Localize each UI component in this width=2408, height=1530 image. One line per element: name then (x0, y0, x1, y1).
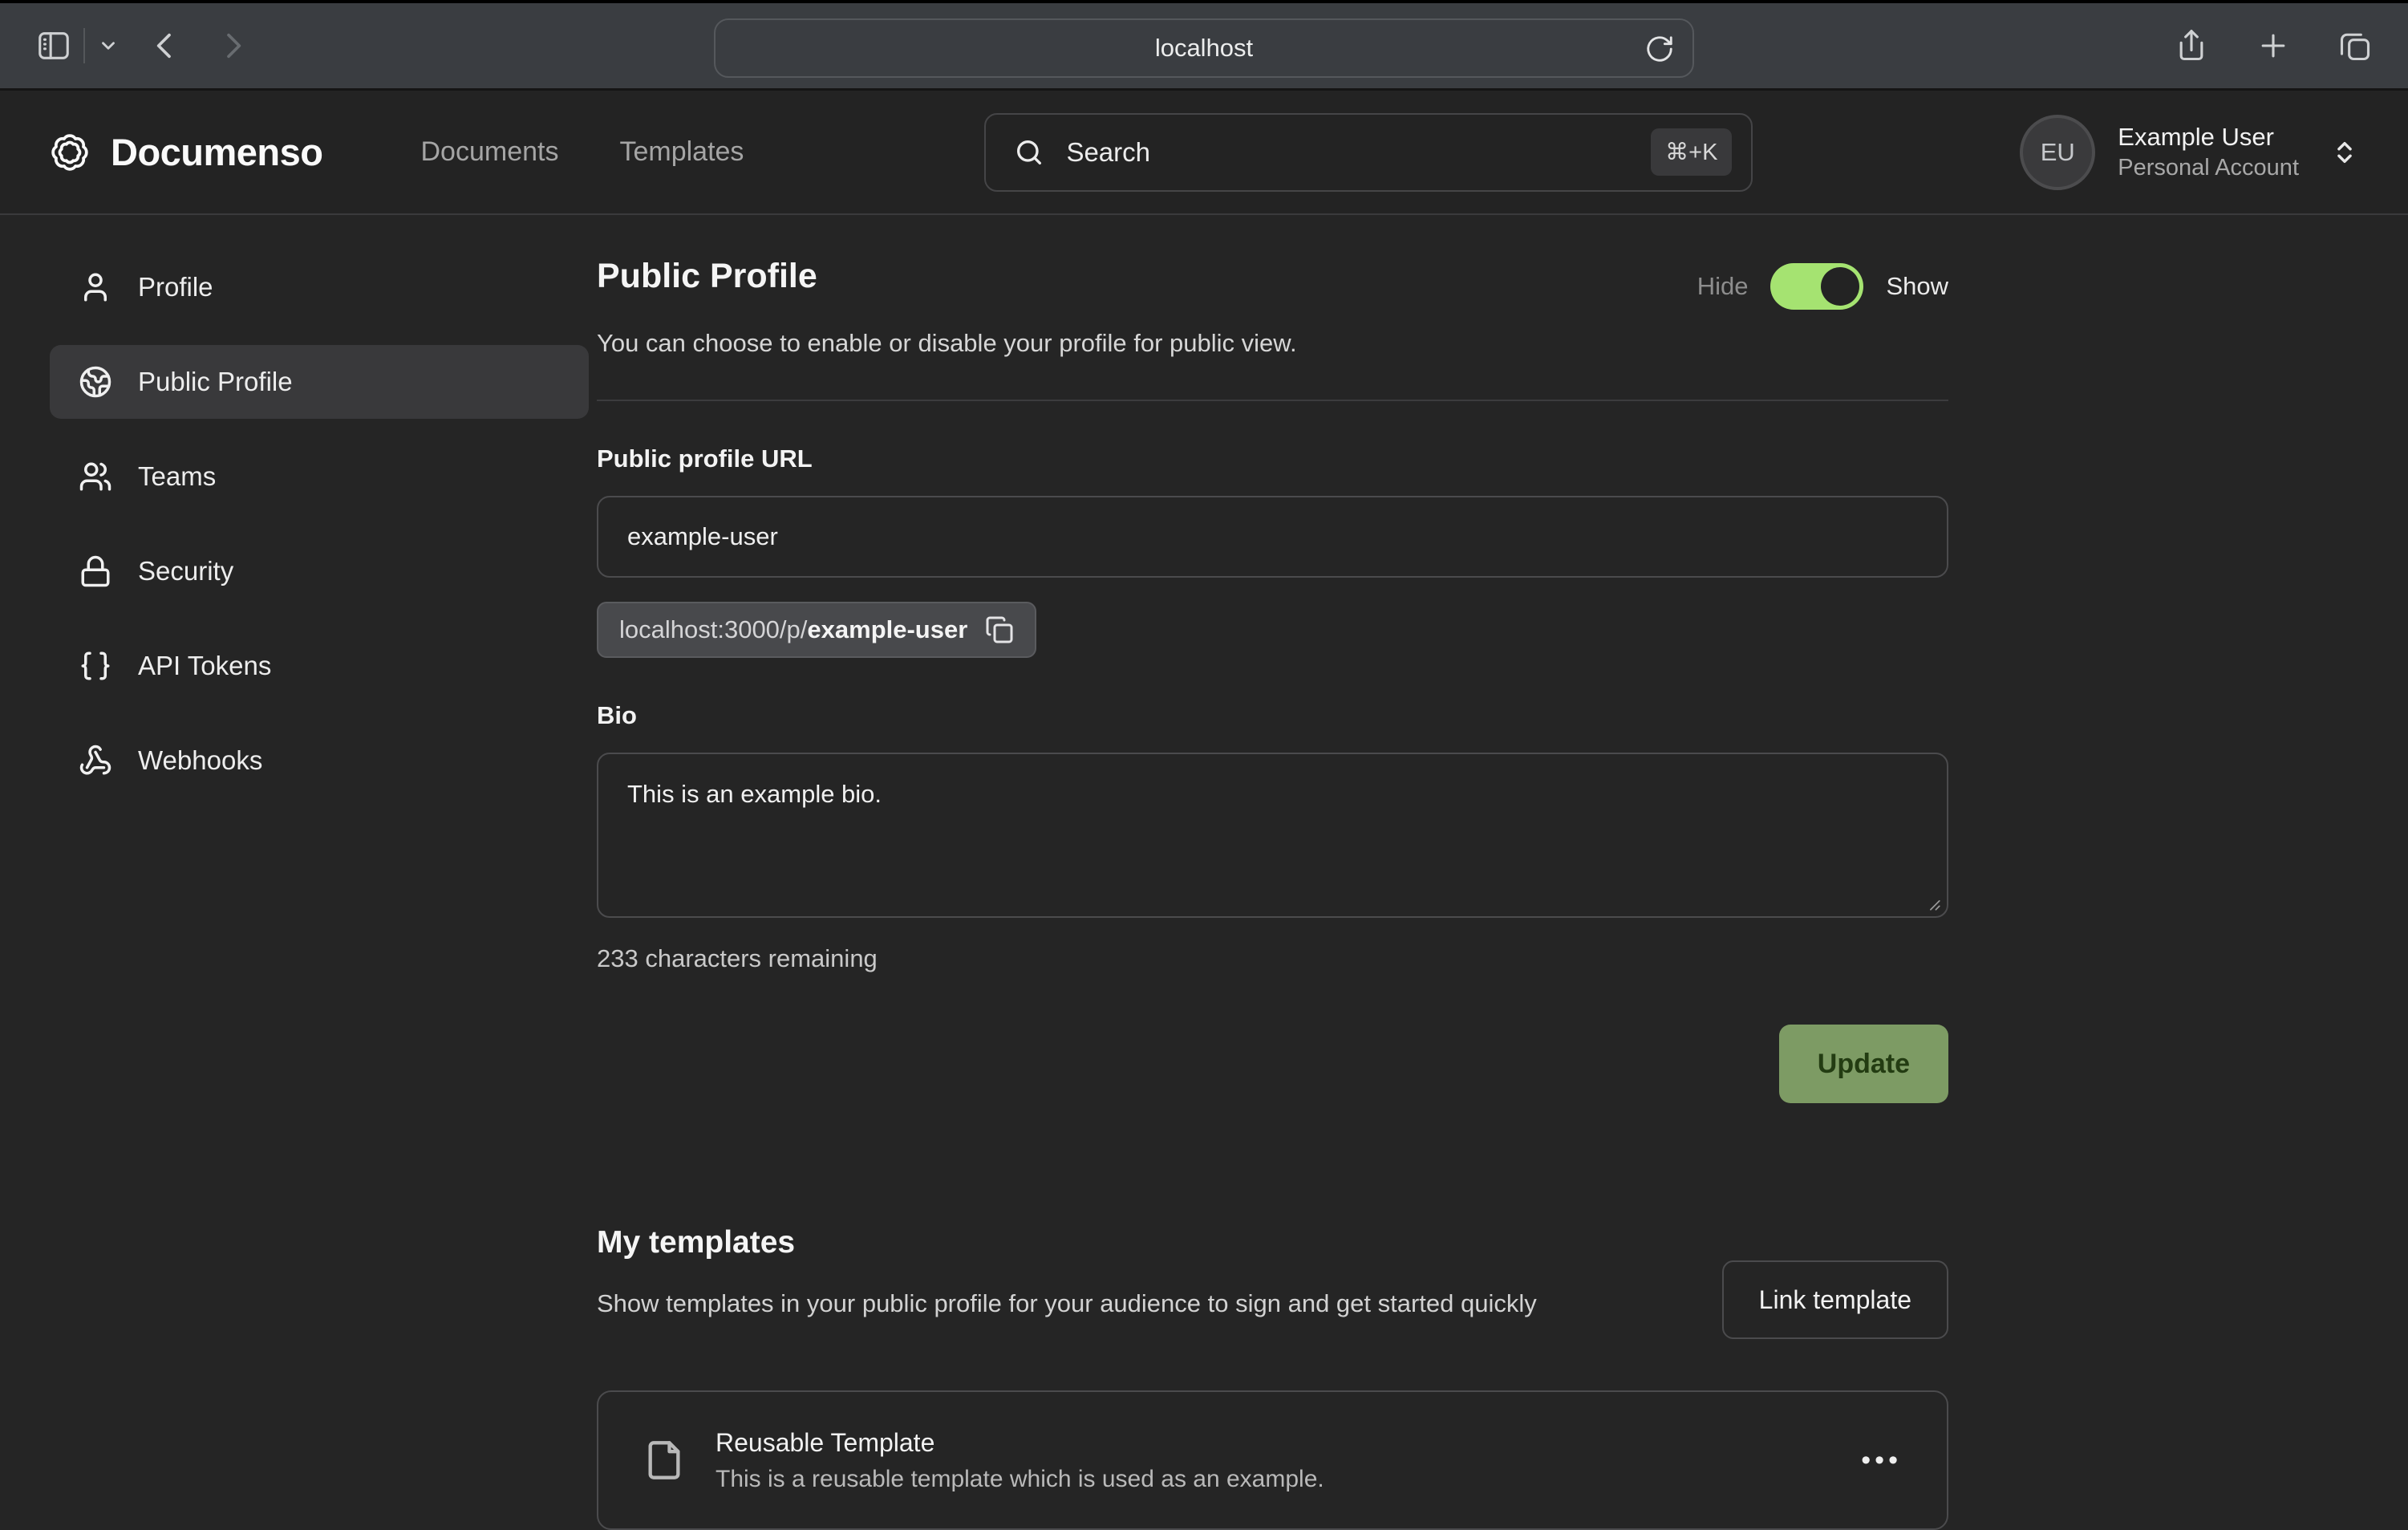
browser-chrome: localhost (0, 0, 2408, 91)
public-profile-settings: Public Profile Hide Show You can choose … (597, 215, 1948, 1530)
reload-icon (1644, 34, 1675, 64)
link-template-button[interactable]: Link template (1722, 1260, 1948, 1339)
sidebar-item-label: Teams (138, 461, 216, 492)
address-bar[interactable]: localhost (714, 18, 1694, 78)
webhook-icon (79, 744, 112, 777)
template-menu-button[interactable]: ••• (1861, 1445, 1902, 1476)
page-description: You can choose to enable or disable your… (597, 329, 1948, 358)
sidebar-item-label: Profile (138, 272, 213, 302)
search-bar[interactable]: ⌘+K (984, 113, 1753, 192)
sidebar-item-webhooks[interactable]: Webhooks (50, 724, 589, 797)
plus-icon (2256, 28, 2291, 63)
address-text: localhost (1155, 34, 1253, 63)
sidebar-item-label: Public Profile (138, 367, 293, 397)
nav-templates[interactable]: Templates (619, 136, 744, 168)
globe-icon (79, 365, 112, 399)
template-name: Reusable Template (716, 1428, 1324, 1458)
brand-name: Documenso (111, 130, 323, 174)
user-menu[interactable]: EU Example User Personal Account (2020, 115, 2358, 190)
sidebar-item-teams[interactable]: Teams (50, 440, 589, 513)
share-button[interactable] (2174, 28, 2209, 63)
user-icon (79, 270, 112, 304)
user-account-type: Personal Account (2118, 153, 2299, 182)
app-header: Documenso Documents Templates ⌘+K EU Exa… (0, 91, 2408, 215)
nav-documents[interactable]: Documents (421, 136, 559, 168)
chevron-left-icon (149, 30, 181, 62)
avatar: EU (2020, 115, 2095, 190)
documenso-logo-icon (50, 132, 90, 172)
toggle-knob (1821, 267, 1859, 306)
user-menu-toggle[interactable] (2331, 139, 2358, 166)
panel-left-icon (35, 27, 72, 64)
url-field-label: Public profile URL (597, 444, 1948, 473)
new-tab-button[interactable] (2256, 28, 2291, 63)
share-icon (2174, 28, 2209, 63)
forward-button[interactable] (217, 30, 249, 62)
sidebar-item-security[interactable]: Security (50, 534, 589, 608)
sidebar-toggle-button[interactable] (35, 27, 72, 64)
search-icon (1013, 136, 1045, 168)
settings-sidebar: Profile Public Profile Teams (0, 215, 597, 1530)
reload-button[interactable] (1644, 34, 1675, 64)
bio-field-label: Bio (597, 701, 1948, 730)
public-url-input[interactable] (597, 496, 1948, 578)
public-url-base: localhost:3000/p/ (619, 615, 807, 643)
public-url-copy-pill[interactable]: localhost:3000/p/example-user (597, 602, 1036, 658)
template-card[interactable]: Reusable Template This is a reusable tem… (597, 1390, 1948, 1530)
bio-textarea[interactable]: This is an example bio. (597, 753, 1948, 918)
search-shortcut-badge: ⌘+K (1651, 128, 1732, 176)
copy-icon (985, 615, 1014, 644)
lock-icon (79, 554, 112, 588)
file-icon (643, 1439, 685, 1481)
sidebar-item-label: Security (138, 556, 233, 586)
profile-visibility-toggle[interactable] (1770, 263, 1863, 310)
public-url-slug: example-user (807, 615, 967, 643)
my-templates-title: My templates (597, 1225, 1537, 1260)
toggle-hide-label: Hide (1697, 272, 1749, 301)
update-button[interactable]: Update (1779, 1025, 1948, 1103)
sidebar-menu-chevron-button[interactable] (98, 35, 119, 56)
user-name: Example User (2118, 122, 2299, 153)
tabs-icon (2337, 28, 2373, 63)
section-divider (597, 400, 1948, 401)
sidebar-item-api-tokens[interactable]: API Tokens (50, 629, 589, 703)
chevron-right-icon (217, 30, 249, 62)
top-nav: Documents Templates (421, 136, 744, 168)
template-description: This is a reusable template which is use… (716, 1466, 1324, 1493)
brand[interactable]: Documenso (50, 130, 323, 174)
chevrons-up-down-icon (2331, 139, 2358, 166)
back-button[interactable] (149, 30, 181, 62)
public-url-text: localhost:3000/p/example-user (619, 615, 967, 644)
characters-remaining: 233 characters remaining (597, 944, 1948, 973)
toolbar-divider (83, 28, 85, 63)
sidebar-item-public-profile[interactable]: Public Profile (50, 345, 589, 419)
my-templates-description: Show templates in your public profile fo… (597, 1283, 1537, 1324)
toggle-show-label: Show (1886, 272, 1948, 301)
braces-icon (79, 649, 112, 683)
sidebar-item-label: API Tokens (138, 651, 271, 681)
avatar-initials: EU (2041, 138, 2075, 167)
sidebar-item-profile[interactable]: Profile (50, 250, 589, 324)
chevron-down-icon (98, 35, 119, 56)
tab-overview-button[interactable] (2337, 28, 2373, 63)
search-input[interactable] (1066, 137, 1651, 168)
users-icon (79, 460, 112, 493)
sidebar-item-label: Webhooks (138, 745, 262, 776)
page-title: Public Profile (597, 257, 817, 296)
